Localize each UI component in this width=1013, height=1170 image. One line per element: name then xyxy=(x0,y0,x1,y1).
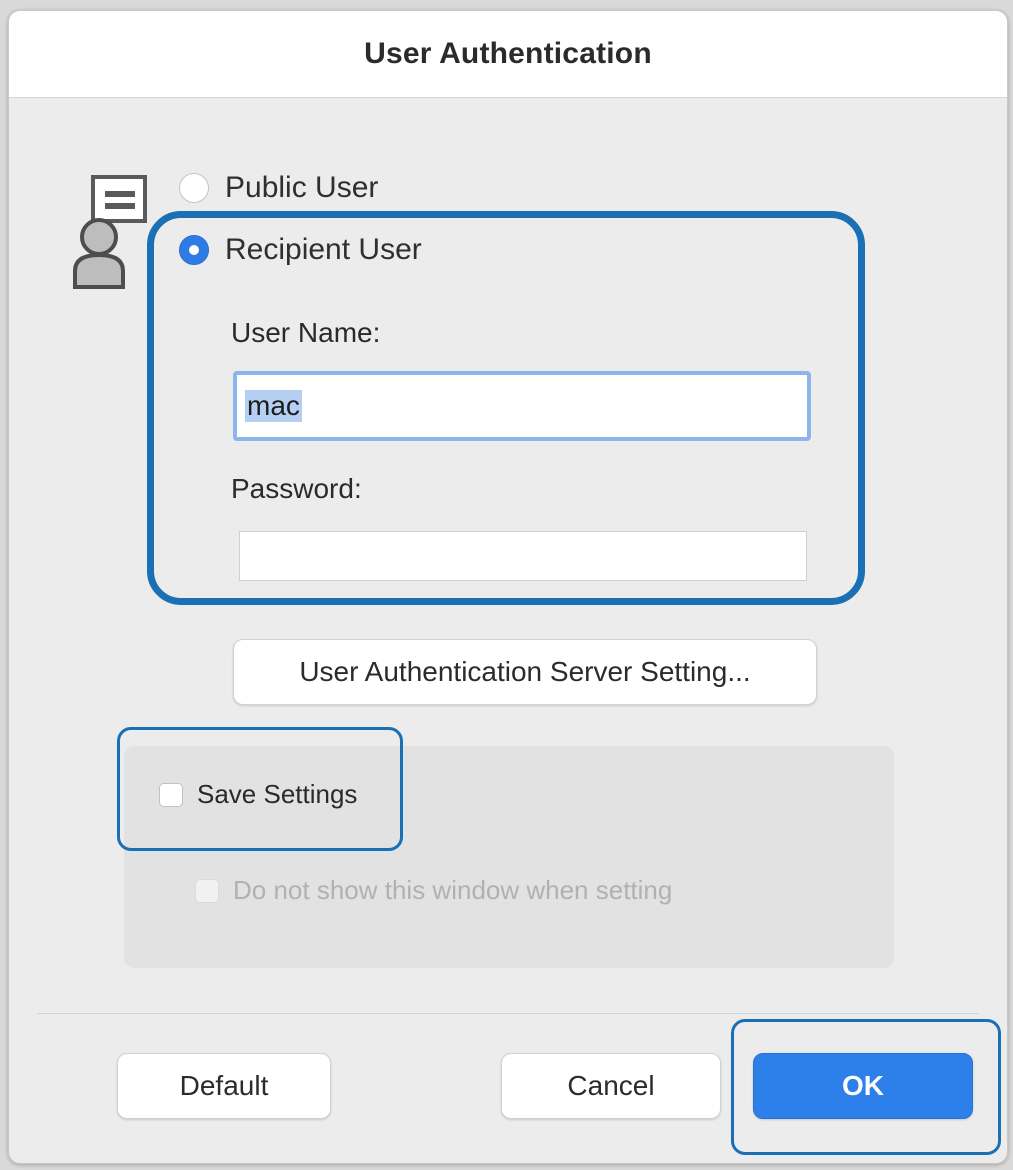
do-not-show-label: Do not show this window when setting xyxy=(233,875,673,905)
do-not-show-checkbox xyxy=(195,878,219,903)
cancel-button-label: Cancel xyxy=(567,1070,655,1101)
user-name-label: User Name: xyxy=(231,317,381,348)
user-name-input[interactable]: mac xyxy=(233,371,811,441)
default-button-label: Default xyxy=(179,1070,269,1101)
public-user-option[interactable]: Public User xyxy=(179,171,378,205)
cancel-button[interactable]: Cancel xyxy=(501,1053,721,1119)
footer-divider xyxy=(37,1013,979,1014)
default-button[interactable]: Default xyxy=(117,1053,331,1119)
user-authentication-dialog: User Authentication Public User Recipien… xyxy=(8,10,1008,1164)
ok-button-highlight xyxy=(731,1019,1001,1155)
password-input[interactable] xyxy=(239,531,807,581)
server-setting-button[interactable]: User Authentication Server Setting... xyxy=(233,639,817,705)
public-user-label: Public User xyxy=(225,171,379,204)
dialog-title: User Authentication xyxy=(364,37,652,70)
title-bar: User Authentication xyxy=(9,11,1007,98)
do-not-show-option: Do not show this window when setting xyxy=(195,875,672,906)
user-name-value: mac xyxy=(245,390,302,422)
user-with-card-icon xyxy=(73,175,147,289)
save-settings-highlight xyxy=(117,727,403,851)
password-label: Password: xyxy=(231,473,362,504)
server-setting-button-label: User Authentication Server Setting... xyxy=(299,656,751,687)
public-user-radio[interactable] xyxy=(179,173,209,203)
